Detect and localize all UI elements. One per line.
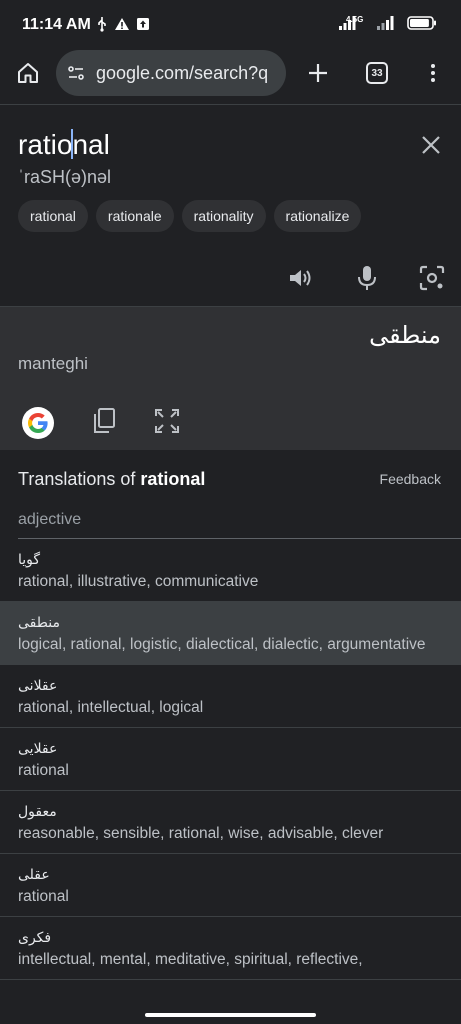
speaker-icon	[290, 270, 311, 286]
upload-icon	[137, 18, 149, 30]
heading-word: rational	[140, 469, 206, 489]
translation-word: عقلایی	[18, 741, 58, 757]
listen-button[interactable]	[286, 263, 316, 293]
new-tab-button[interactable]	[305, 60, 331, 86]
alert-icon	[115, 18, 129, 30]
translation-word: گویا	[18, 552, 41, 568]
home-button[interactable]	[15, 60, 41, 86]
lens-camera-icon	[419, 265, 445, 291]
fullscreen-icon	[155, 408, 179, 433]
translation-row[interactable]: عقلانی rational, intellectual, logical	[0, 665, 461, 728]
translation-synonyms: rational, intellectual, logical	[18, 699, 204, 716]
translation-word: عقلی	[18, 867, 50, 883]
more-vert-icon	[431, 64, 435, 82]
translation-synonyms: rational	[18, 888, 69, 905]
status-system-icons	[339, 16, 437, 30]
translate-input-area: rational ˈraSH(ə)nəl rational rationale ra…	[0, 105, 461, 305]
close-icon	[422, 136, 440, 154]
signal-icon	[339, 16, 356, 30]
status-bar: 11:14 AM 4.5G	[0, 0, 461, 50]
translation-row[interactable]: عقلی rational	[0, 854, 461, 917]
tab-count: 33	[371, 67, 383, 79]
home-icon	[18, 63, 38, 83]
translation-row[interactable]: عقلایی rational	[0, 728, 461, 791]
battery-icon	[407, 16, 436, 30]
signal-icon-2	[377, 16, 394, 30]
suggestion-chip[interactable]: rationale	[95, 200, 174, 232]
google-logo-icon	[28, 413, 48, 433]
omnibox[interactable]: google.com/search?q	[56, 50, 286, 96]
translation-synonyms: logical, rational, logistic, dialectical…	[18, 636, 426, 653]
suggestion-chip[interactable]: rationalize	[273, 200, 362, 232]
google-button[interactable]	[22, 407, 54, 439]
translation-synonyms: reasonable, sensible, rational, wise, ad…	[18, 825, 384, 842]
section-heading: Translations of rational	[18, 469, 205, 490]
query-text-after: nal	[72, 129, 110, 160]
romanization: manteghi	[18, 354, 88, 373]
translate-output-area: منطقی manteghi	[0, 306, 461, 450]
status-time: 11:14 AM	[22, 16, 91, 33]
translation-word: معقول	[18, 804, 57, 820]
translation-row[interactable]: معقول reasonable, sensible, rational, wis…	[0, 791, 461, 854]
translation-list: گویا rational, illustrative, communicativ…	[0, 539, 461, 980]
copy-button[interactable]	[92, 407, 116, 439]
url-text: google.com/search?q	[96, 62, 269, 83]
output-actions	[22, 407, 180, 439]
translation-word: فکری	[18, 930, 52, 946]
translation-row[interactable]: منطقی logical, rational, logistic, dialec…	[0, 602, 461, 665]
tab-switcher-button[interactable]: 33	[364, 60, 390, 86]
browser-toolbar: google.com/search?q 33	[0, 50, 461, 104]
translation-row[interactable]: گویا rational, illustrative, communicativ…	[0, 539, 461, 602]
translation-word: عقلانی	[18, 678, 58, 694]
plus-icon	[309, 64, 327, 82]
translation-word: منطقی	[18, 615, 60, 631]
phonetic-text: ˈraSH(ə)nəl	[18, 167, 112, 187]
heading-prefix: Translations of	[18, 469, 141, 489]
clear-button[interactable]	[419, 133, 443, 157]
input-actions	[0, 263, 461, 295]
suggestion-chip[interactable]: rational	[18, 200, 88, 232]
suggestion-chips: rational rationale rationality rationalize	[18, 200, 362, 232]
home-indicator[interactable]	[145, 1013, 316, 1017]
status-notification-icons	[96, 16, 150, 32]
part-of-speech: adjective	[18, 511, 82, 528]
voice-input-button[interactable]	[352, 263, 382, 293]
feedback-link[interactable]: Feedback	[380, 471, 441, 487]
translation-synonyms: rational	[18, 762, 69, 779]
translation-synonyms: rational, illustrative, communicative	[18, 573, 259, 590]
translation-synonyms: intellectual, mental, meditative, spirit…	[18, 951, 363, 968]
copy-icon	[94, 407, 115, 433]
site-settings-icon[interactable]	[66, 63, 86, 83]
fullscreen-button[interactable]	[154, 408, 180, 439]
microphone-icon	[358, 266, 376, 290]
translation-row[interactable]: فکری intellectual, mental, meditative, sp…	[0, 917, 461, 980]
search-query-input[interactable]: rational	[18, 129, 110, 161]
translated-word: منطقی	[369, 321, 441, 349]
query-text-before: ratio	[18, 129, 73, 160]
usb-icon	[98, 17, 106, 32]
camera-translate-button[interactable]	[417, 263, 447, 293]
menu-button[interactable]	[420, 60, 446, 86]
suggestion-chip[interactable]: rationality	[181, 200, 266, 232]
